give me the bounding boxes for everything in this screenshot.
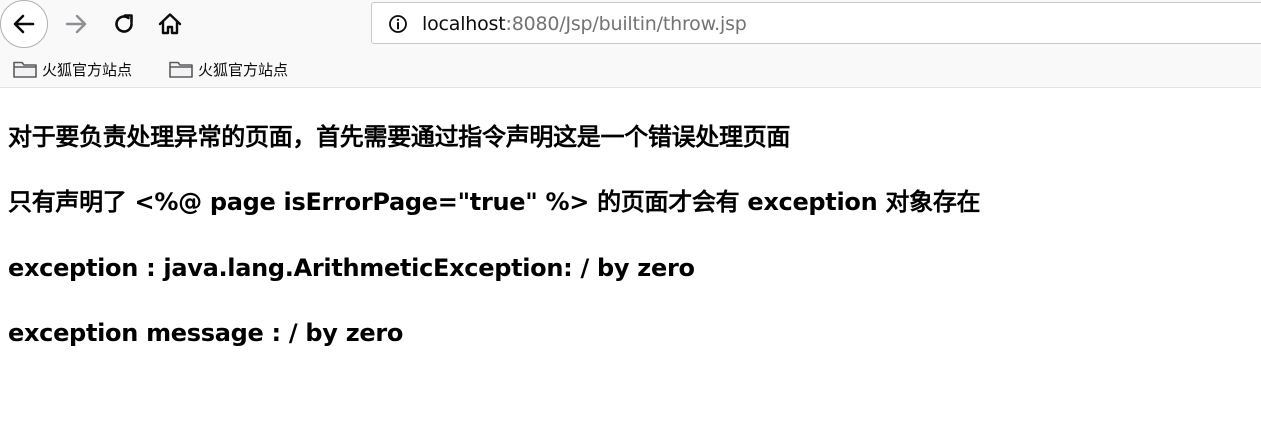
reload-icon <box>115 14 133 33</box>
folder-icon <box>13 61 37 78</box>
url-path: :8080/Jsp/builtin/throw.jsp <box>505 13 747 35</box>
info-icon[interactable] <box>388 14 408 34</box>
heading-is-error-page-note: 只有声明了 <%@ page isErrorPage="true" %> 的页面… <box>8 188 981 216</box>
url-host: localhost <box>422 13 506 35</box>
arrow-right-icon <box>65 14 87 34</box>
bookmark-item-firefox-site-2[interactable]: 火狐官方站点 <box>168 56 288 82</box>
home-icon <box>158 13 182 35</box>
reload-button[interactable] <box>106 6 142 42</box>
bookmarks-toolbar: 火狐官方站点 火狐官方站点 <box>0 50 1261 88</box>
folder-icon <box>169 61 193 78</box>
url-bar[interactable]: localhost:8080/Jsp/builtin/throw.jsp <box>371 2 1261 44</box>
bookmark-item-firefox-site-1[interactable]: 火狐官方站点 <box>12 56 132 82</box>
heading-error-page-note: 对于要负责处理异常的页面，首先需要通过指令声明这是一个错误处理页面 <box>8 123 791 151</box>
navigation-toolbar: localhost:8080/Jsp/builtin/throw.jsp <box>0 0 1261 50</box>
browser-window: localhost:8080/Jsp/builtin/throw.jsp 火狐官… <box>0 0 1261 427</box>
forward-button[interactable] <box>58 6 94 42</box>
heading-exception-message: exception message : / by zero <box>8 319 404 347</box>
heading-exception: exception : java.lang.ArithmeticExceptio… <box>8 254 695 282</box>
url-text[interactable]: localhost:8080/Jsp/builtin/throw.jsp <box>422 12 747 36</box>
home-button[interactable] <box>152 6 188 42</box>
bookmark-label: 火狐官方站点 <box>42 60 133 79</box>
arrow-left-icon <box>13 14 35 34</box>
back-button[interactable] <box>0 0 48 48</box>
bookmark-label: 火狐官方站点 <box>198 60 289 79</box>
